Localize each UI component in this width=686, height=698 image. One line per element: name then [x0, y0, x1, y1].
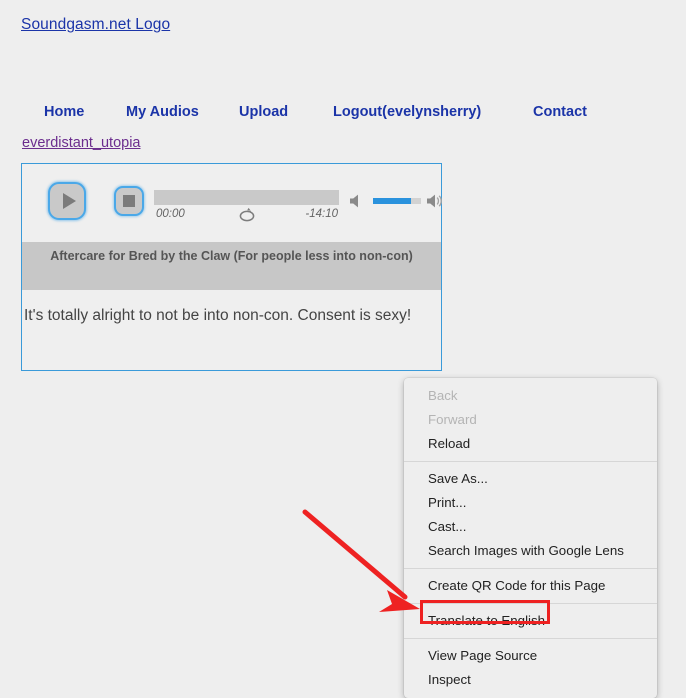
nav-link-my-audios[interactable]: My Audios — [126, 104, 199, 120]
playback-progress-area: 00:00 -14:10 — [154, 190, 339, 225]
volume-slider-fill — [373, 198, 412, 204]
stop-square-icon — [123, 195, 135, 207]
volume-mute-icon[interactable] — [347, 192, 367, 215]
nav-link-contact[interactable]: Contact — [533, 104, 587, 120]
current-time-label: 00:00 — [156, 208, 185, 220]
audio-player-card: 00:00 -14:10 Aftercare for Bred by the C… — [21, 163, 442, 371]
username-link[interactable]: everdistant_utopia — [22, 135, 141, 151]
context-menu-group-translate: Translate to English — [404, 609, 657, 633]
context-menu-item-view-page-source[interactable]: View Page Source — [404, 644, 657, 668]
context-menu-separator — [404, 603, 657, 604]
context-menu-item-search-images-google-lens[interactable]: Search Images with Google Lens — [404, 539, 657, 563]
play-triangle-icon — [62, 193, 76, 209]
context-menu-group-qr: Create QR Code for this Page — [404, 574, 657, 598]
context-menu-separator — [404, 568, 657, 569]
nav-link-upload[interactable]: Upload — [239, 104, 288, 120]
context-menu-item-create-qr-code[interactable]: Create QR Code for this Page — [404, 574, 657, 598]
page-root: Soundgasm.net Logo Home My Audios Upload… — [0, 0, 686, 698]
nav-link-home[interactable]: Home — [44, 104, 84, 120]
volume-up-icon[interactable] — [425, 191, 447, 216]
audio-player-controls: 00:00 -14:10 — [22, 164, 442, 242]
context-menu-item-reload[interactable]: Reload — [404, 432, 657, 456]
track-description: It's totally alright to not be into non-… — [24, 307, 412, 324]
context-menu-item-print[interactable]: Print... — [404, 491, 657, 515]
main-navigation: Home My Audios Upload Logout(evelynsherr… — [22, 104, 642, 128]
stop-button[interactable] — [114, 186, 144, 216]
site-logo-alt-text[interactable]: Soundgasm.net Logo — [21, 16, 170, 34]
context-menu-group-navigation: Back Forward Reload — [404, 384, 657, 456]
context-menu-group-page-actions: Save As... Print... Cast... Search Image… — [404, 467, 657, 563]
context-menu-item-cast[interactable]: Cast... — [404, 515, 657, 539]
context-menu-separator — [404, 461, 657, 462]
context-menu-item-forward: Forward — [428, 412, 477, 427]
browser-context-menu: Back Forward Reload Save As... Print... … — [404, 378, 657, 698]
track-title: Aftercare for Bred by the Claw (For peop… — [22, 242, 441, 290]
context-menu-separator — [404, 638, 657, 639]
progress-bar-slider[interactable] — [154, 190, 339, 205]
context-menu-item-inspect[interactable]: Inspect — [404, 668, 657, 692]
play-button[interactable] — [48, 182, 86, 220]
volume-slider[interactable] — [373, 198, 421, 204]
context-menu-item-back: Back — [428, 388, 458, 403]
nav-link-logout[interactable]: Logout(evelynsherry) — [333, 104, 481, 120]
time-row: 00:00 -14:10 — [154, 207, 339, 225]
context-menu-item-translate-to-english[interactable]: Translate to English — [404, 609, 657, 633]
context-menu-group-developer: View Page Source Inspect — [404, 644, 657, 692]
volume-area — [347, 191, 442, 211]
context-menu-item-save-as[interactable]: Save As... — [404, 467, 657, 491]
remaining-time-label: -14:10 — [305, 208, 338, 220]
loop-icon[interactable] — [237, 207, 257, 223]
